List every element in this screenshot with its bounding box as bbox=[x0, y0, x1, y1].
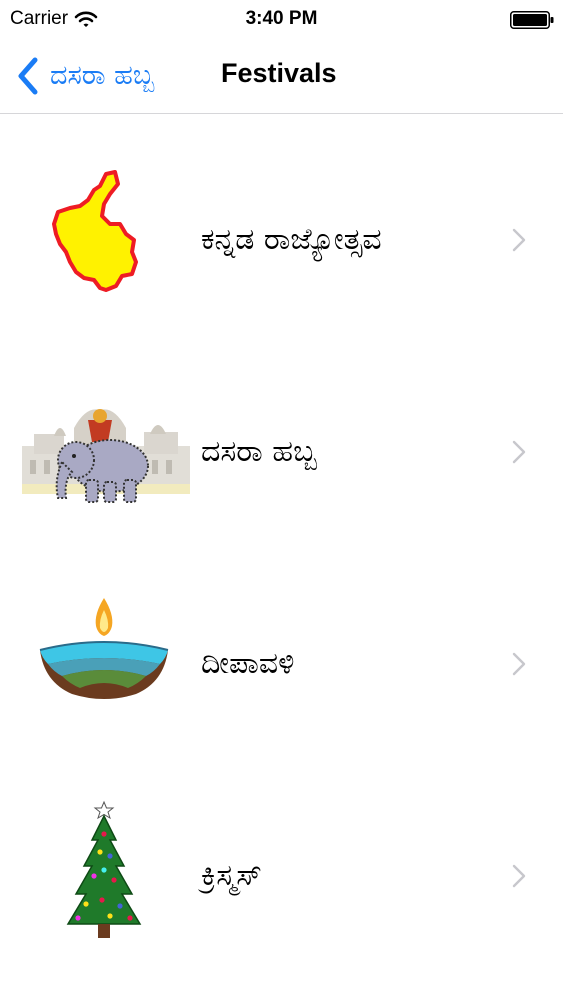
page-title: Festivals bbox=[221, 58, 337, 88]
chevron-right-icon bbox=[512, 228, 526, 252]
chevron-right-icon bbox=[512, 652, 526, 676]
status-bar: Carrier 3:40 PM bbox=[0, 0, 563, 40]
festival-label: ದೀಪಾವಳಿ bbox=[201, 646, 295, 681]
festival-row-christmas[interactable]: ಕ್ರಿಸ್ಮಸ್ bbox=[0, 750, 563, 962]
battery-icon bbox=[510, 11, 554, 29]
chevron-right-icon bbox=[512, 864, 526, 888]
back-button[interactable]: ದಸರಾ ಹಬ್ಬ bbox=[16, 54, 154, 98]
festival-row-deepavali[interactable]: ದೀಪಾವಳಿ bbox=[0, 538, 563, 750]
diya-lamp-icon bbox=[39, 598, 169, 699]
karnataka-map-icon bbox=[52, 170, 138, 292]
status-time: 3:40 PM bbox=[245, 8, 318, 29]
festival-row-kannada-rajyotsava[interactable]: ಕನ್ನಡ ರಾಜ್ಯೋತ್ಸವ bbox=[0, 114, 563, 326]
back-chevron-icon bbox=[18, 57, 38, 95]
back-button-label: ದಸರಾ ಹಬ್ಬ bbox=[50, 60, 155, 91]
chevron-right-icon bbox=[512, 440, 526, 464]
navigation-bar: ದಸರಾ ಹಬ್ಬ Festivals bbox=[0, 40, 563, 114]
dasara-elephant-palace-icon bbox=[22, 409, 190, 503]
festival-label: ಕನ್ನಡ ರಾಜ್ಯೋತ್ಸವ bbox=[201, 222, 382, 257]
festival-row-dasara[interactable]: ದಸರಾ ಹಬ್ಬ bbox=[0, 326, 563, 538]
festival-label: ಕ್ರಿಸ್ಮಸ್ bbox=[201, 858, 262, 893]
festival-label: ದಸರಾ ಹಬ್ಬ bbox=[201, 434, 317, 469]
festival-list: ಕನ್ನಡ ರಾಜ್ಯೋತ್ಸವ ದಸರಾ ಹಬ್ಬ ದೀಪಾವಳಿ ಕ್ರಿಸ… bbox=[0, 114, 563, 962]
christmas-tree-icon bbox=[66, 800, 142, 938]
